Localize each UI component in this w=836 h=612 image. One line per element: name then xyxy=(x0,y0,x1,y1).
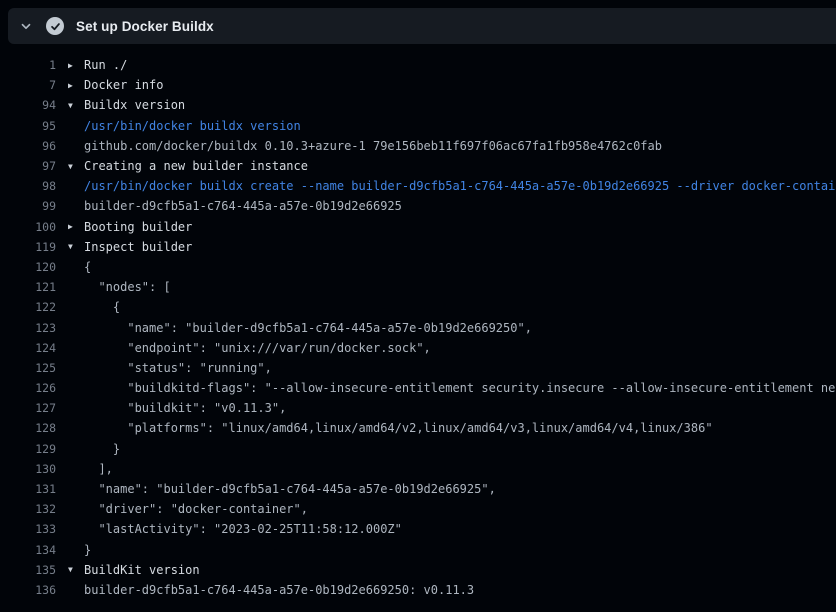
line-text: /usr/bin/docker buildx version xyxy=(84,119,301,133)
line-text: Creating a new builder instance xyxy=(84,159,308,173)
group-expanded-icon[interactable]: ▼ xyxy=(68,242,84,251)
line-text: Booting builder xyxy=(84,220,192,234)
log-line: 135 ▼BuildKit version xyxy=(0,560,836,580)
line-text: builder-d9cfb5a1-c764-445a-a57e-0b19d2e6… xyxy=(84,199,402,213)
line-text: "status": "running", xyxy=(84,361,272,375)
line-text: "endpoint": "unix:///var/run/docker.sock… xyxy=(84,341,431,355)
line-number[interactable]: 124 xyxy=(0,341,56,355)
log-body: 1▶Run ./7▶Docker info94▼Buildx version95… xyxy=(0,44,836,600)
log-line: 134} xyxy=(0,540,836,560)
line-number[interactable]: 131 xyxy=(0,482,56,496)
group-collapsed-icon[interactable]: ▶ xyxy=(68,61,84,70)
line-text: BuildKit version xyxy=(84,563,200,577)
line-number[interactable]: 123 xyxy=(0,321,56,335)
line-text: { xyxy=(84,260,91,274)
log-line: 128 "platforms": "linux/amd64,linux/amd6… xyxy=(0,418,836,438)
line-number[interactable]: 128 xyxy=(0,421,56,435)
log-line: 122 { xyxy=(0,297,836,317)
line-number[interactable]: 125 xyxy=(0,361,56,375)
line-number[interactable]: 96 xyxy=(0,139,56,153)
chevron-down-icon[interactable] xyxy=(18,18,34,34)
step-header[interactable]: Set up Docker Buildx xyxy=(8,8,836,44)
check-circle-icon xyxy=(46,17,64,35)
line-number[interactable]: 122 xyxy=(0,300,56,314)
line-number[interactable]: 129 xyxy=(0,442,56,456)
log-line: 130 ], xyxy=(0,459,836,479)
line-text: { xyxy=(84,300,120,314)
line-text: builder-d9cfb5a1-c764-445a-a57e-0b19d2e6… xyxy=(84,583,474,597)
group-collapsed-icon[interactable]: ▶ xyxy=(68,81,84,90)
log-line: 126 "buildkitd-flags": "--allow-insecure… xyxy=(0,378,836,398)
line-text: ], xyxy=(84,462,113,476)
log-line: 98/usr/bin/docker buildx create --name b… xyxy=(0,176,836,196)
line-number[interactable]: 120 xyxy=(0,260,56,274)
line-text: "lastActivity": "2023-02-25T11:58:12.000… xyxy=(84,522,402,536)
group-expanded-icon[interactable]: ▼ xyxy=(68,162,84,171)
line-number[interactable]: 135 xyxy=(0,563,56,577)
line-number[interactable]: 127 xyxy=(0,401,56,415)
log-line: 99 builder-d9cfb5a1-c764-445a-a57e-0b19d2… xyxy=(0,196,836,216)
line-text: Docker info xyxy=(84,78,163,92)
line-number[interactable]: 136 xyxy=(0,583,56,597)
line-number[interactable]: 119 xyxy=(0,240,56,254)
line-text: github.com/docker/buildx 0.10.3+azure-1 … xyxy=(84,139,662,153)
line-number[interactable]: 1 xyxy=(0,58,56,72)
log-line: 125 "status": "running", xyxy=(0,358,836,378)
step-title: Set up Docker Buildx xyxy=(76,19,214,34)
line-number[interactable]: 132 xyxy=(0,502,56,516)
log-line: 133 "lastActivity": "2023-02-25T11:58:12… xyxy=(0,519,836,539)
line-number[interactable]: 100 xyxy=(0,220,56,234)
line-text: "name": "builder-d9cfb5a1-c764-445a-a57e… xyxy=(84,482,496,496)
line-text: "platforms": "linux/amd64,linux/amd64/v2… xyxy=(84,421,713,435)
line-number[interactable]: 130 xyxy=(0,462,56,476)
line-number[interactable]: 97 xyxy=(0,159,56,173)
line-number[interactable]: 95 xyxy=(0,119,56,133)
line-text: } xyxy=(84,442,120,456)
line-number[interactable]: 134 xyxy=(0,543,56,557)
log-line: 129 } xyxy=(0,439,836,459)
log-line: 94 ▼Buildx version xyxy=(0,95,836,115)
log-line: 95/usr/bin/docker buildx version xyxy=(0,116,836,136)
log-line: 123 "name": "builder-d9cfb5a1-c764-445a-… xyxy=(0,317,836,337)
group-expanded-icon[interactable]: ▼ xyxy=(68,101,84,110)
log-line: 131 "name": "builder-d9cfb5a1-c764-445a-… xyxy=(0,479,836,499)
log-line: 127 "buildkit": "v0.11.3", xyxy=(0,398,836,418)
line-number[interactable]: 7 xyxy=(0,78,56,92)
log-line: 1 ▶Run ./ xyxy=(0,55,836,75)
log-line: 120 { xyxy=(0,257,836,277)
line-number[interactable]: 121 xyxy=(0,280,56,294)
group-collapsed-icon[interactable]: ▶ xyxy=(68,222,84,231)
group-expanded-icon[interactable]: ▼ xyxy=(68,565,84,574)
line-text: } xyxy=(84,543,91,557)
line-text: "driver": "docker-container", xyxy=(84,502,308,516)
line-text: /usr/bin/docker buildx create --name bui… xyxy=(84,179,836,193)
line-text: "name": "builder-d9cfb5a1-c764-445a-a57e… xyxy=(84,321,532,335)
log-line: 121 "nodes": [ xyxy=(0,277,836,297)
line-number[interactable]: 133 xyxy=(0,522,56,536)
line-text: "buildkitd-flags": "--allow-insecure-ent… xyxy=(84,381,836,395)
line-number[interactable]: 99 xyxy=(0,199,56,213)
log-line: 100 ▶Booting builder xyxy=(0,217,836,237)
line-text: "nodes": [ xyxy=(84,280,171,294)
log-line: 96 github.com/docker/buildx 0.10.3+azure-… xyxy=(0,136,836,156)
log-line: 119 ▼Inspect builder xyxy=(0,237,836,257)
log-line: 136 builder-d9cfb5a1-c764-445a-a57e-0b19d… xyxy=(0,580,836,600)
line-text: Run ./ xyxy=(84,58,127,72)
line-text: "buildkit": "v0.11.3", xyxy=(84,401,286,415)
line-number[interactable]: 126 xyxy=(0,381,56,395)
line-number[interactable]: 98 xyxy=(0,179,56,193)
log-line: 132 "driver": "docker-container", xyxy=(0,499,836,519)
log-line: 7 ▶Docker info xyxy=(0,75,836,95)
log-line: 124 "endpoint": "unix:///var/run/docker.… xyxy=(0,338,836,358)
line-text: Buildx version xyxy=(84,98,185,112)
log-line: 97 ▼Creating a new builder instance xyxy=(0,156,836,176)
line-text: Inspect builder xyxy=(84,240,192,254)
line-number[interactable]: 94 xyxy=(0,98,56,112)
